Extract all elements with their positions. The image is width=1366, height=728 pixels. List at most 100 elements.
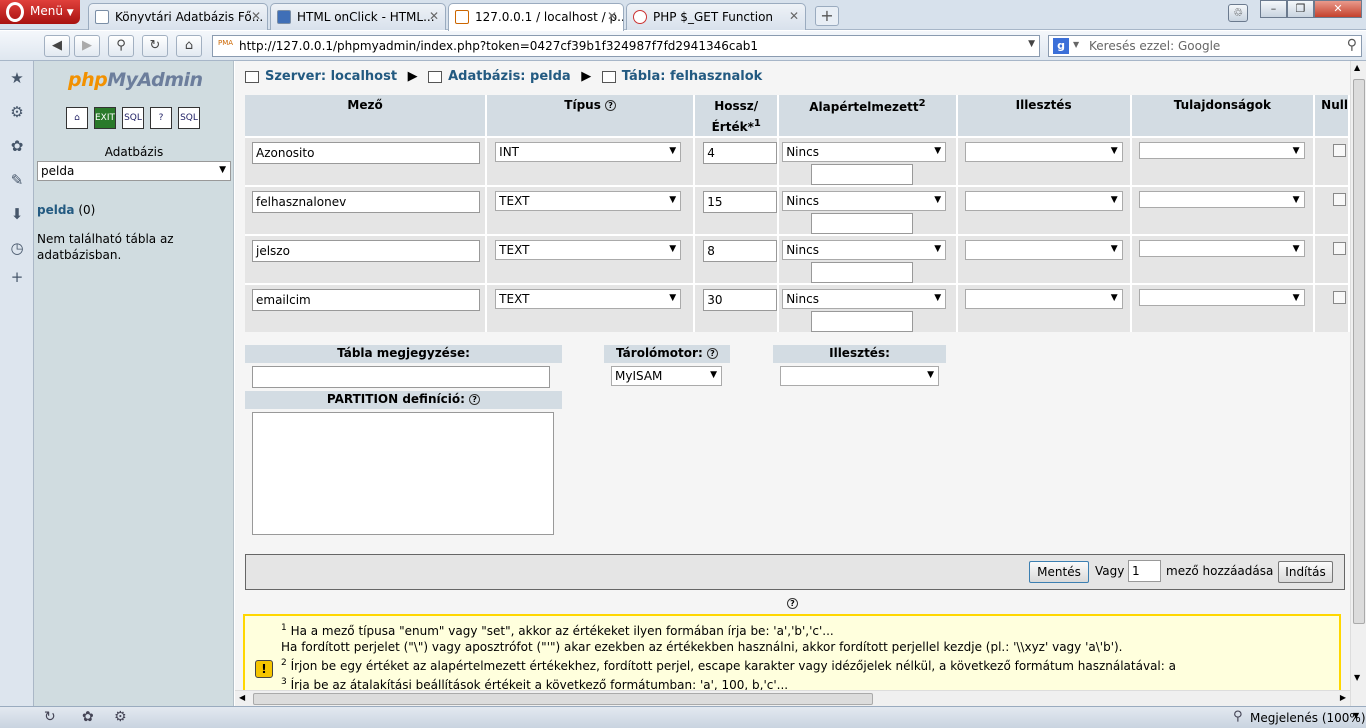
scroll-left-icon[interactable]: ◀ (239, 693, 245, 702)
scrollbar-thumb[interactable] (1353, 79, 1365, 624)
field-default-value-input[interactable] (811, 213, 914, 234)
back-button[interactable]: ◀ (44, 35, 70, 57)
key-icon[interactable]: ⚲ (108, 35, 134, 57)
help-icon[interactable]: ? (469, 394, 481, 405)
vertical-scrollbar[interactable]: ▲ ▼ (1350, 61, 1366, 706)
field-type-select[interactable]: TEXT ▼ (495, 289, 682, 309)
field-name-input[interactable]: felhasznalonev (252, 191, 480, 213)
close-tab-icon[interactable]: ✕ (607, 9, 617, 23)
field-length-input[interactable]: 4 (703, 142, 778, 164)
help-icon[interactable]: ? (150, 107, 172, 129)
history-icon[interactable]: ◷ (8, 239, 26, 257)
browser-tab[interactable]: PHP $_GET Function ✕ (626, 3, 806, 30)
table-comment-input[interactable] (252, 366, 550, 388)
scroll-up-icon[interactable]: ▲ (1354, 63, 1360, 72)
field-attributes-select[interactable]: ▼ (1138, 142, 1305, 159)
field-default-value-input[interactable] (811, 164, 914, 185)
field-default-select[interactable]: Nincs ▼ (782, 240, 947, 260)
new-tab-button[interactable]: + (815, 6, 839, 26)
forward-button[interactable]: ▶ (74, 35, 100, 57)
field-length-input[interactable]: 8 (703, 240, 778, 262)
field-null-checkbox[interactable] (1333, 144, 1347, 157)
go-button[interactable]: Indítás (1278, 561, 1333, 583)
unite-icon[interactable]: ✿ (8, 137, 26, 155)
exit-icon[interactable]: EXIT (94, 107, 116, 129)
field-type-select[interactable]: TEXT ▼ (495, 191, 682, 211)
field-null-checkbox[interactable] (1333, 193, 1347, 206)
field-name-input[interactable]: Azonosito (252, 142, 480, 164)
breadcrumb-database[interactable]: Adatbázis: pelda (448, 69, 571, 84)
breadcrumb-table[interactable]: Tábla: felhasznalok (622, 69, 763, 84)
downloads-icon[interactable]: ⬇ (8, 205, 26, 223)
search-input[interactable]: g ▼ Keresés ezzel: Google ⚲ (1048, 35, 1362, 57)
scroll-right-icon[interactable]: ▶ (1340, 693, 1346, 702)
close-tab-icon[interactable]: ✕ (251, 9, 261, 23)
field-collation-select[interactable]: ▼ (964, 142, 1123, 162)
scrollbar-thumb[interactable] (253, 693, 873, 705)
widgets-icon[interactable]: ⚙ (8, 103, 26, 121)
chevron-down-icon: ▼ (934, 244, 942, 254)
field-null-checkbox[interactable] (1333, 242, 1347, 255)
chevron-down-icon[interactable]: ▼ (1028, 39, 1035, 49)
close-window-button[interactable]: ✕ (1314, 0, 1362, 18)
trash-icon[interactable]: ♲ (1228, 4, 1248, 22)
breadcrumb-server[interactable]: Szerver: localhost (265, 69, 397, 84)
unite-status-icon[interactable]: ✿ (82, 709, 94, 725)
field-collation-select[interactable]: ▼ (964, 191, 1123, 211)
help-icon[interactable]: ? (706, 348, 718, 359)
save-button[interactable]: Mentés (1029, 561, 1089, 583)
field-collation-select[interactable]: ▼ (964, 240, 1123, 260)
scroll-down-icon[interactable]: ▼ (1354, 673, 1360, 682)
database-link[interactable]: pelda (37, 203, 75, 217)
table-collation-select[interactable]: ▼ (780, 366, 939, 386)
storage-engine-select[interactable]: MyISAM ▼ (611, 366, 722, 386)
field-default-value-input[interactable] (811, 311, 914, 332)
maximize-button[interactable]: ❐ (1287, 0, 1314, 18)
field-null-checkbox[interactable] (1333, 291, 1347, 304)
horizontal-scrollbar[interactable]: ◀ ▶ (235, 690, 1350, 706)
minimize-button[interactable]: – (1260, 0, 1287, 18)
zoom-level[interactable]: Megjelenés (100%) (1250, 711, 1366, 725)
field-name-input[interactable]: jelszo (252, 240, 480, 262)
close-tab-icon[interactable]: ✕ (789, 9, 799, 23)
notes-icon[interactable]: ✎ (8, 171, 26, 189)
google-icon[interactable]: g (1053, 38, 1069, 54)
add-fields-count-input[interactable]: 1 (1128, 560, 1161, 582)
phpmyadmin-logo[interactable]: phpMyAdmin (68, 69, 203, 91)
add-panel-icon[interactable]: + (8, 268, 26, 286)
field-attributes-select[interactable]: ▼ (1138, 240, 1305, 257)
field-collation-select[interactable]: ▼ (964, 289, 1123, 309)
sync-icon[interactable]: ↻ (44, 709, 56, 725)
reload-button[interactable]: ↻ (142, 35, 168, 57)
home-icon[interactable]: ⌂ (66, 107, 88, 129)
turbo-icon[interactable]: ⚙ (114, 709, 127, 725)
partition-definition-textarea[interactable] (252, 412, 554, 535)
database-select[interactable]: pelda ▼ (37, 161, 231, 181)
field-length-input[interactable]: 30 (703, 289, 778, 311)
sql-docs-icon[interactable]: SQL (178, 107, 200, 129)
close-tab-icon[interactable]: ✕ (429, 9, 439, 23)
field-attributes-select[interactable]: ▼ (1138, 289, 1305, 306)
address-input[interactable]: PMA http://127.0.0.1/phpmyadmin/index.ph… (212, 35, 1040, 57)
opera-menu-button[interactable]: Menü ▼ (0, 0, 80, 24)
chevron-down-icon[interactable]: ▼ (1073, 40, 1079, 49)
home-button[interactable]: ⌂ (176, 35, 202, 57)
field-type-select[interactable]: TEXT ▼ (495, 240, 682, 260)
field-attributes-select[interactable]: ▼ (1138, 191, 1305, 208)
field-default-value-input[interactable] (811, 262, 914, 283)
browser-tab-active[interactable]: 127.0.0.1 / localhost / p... ✕ (448, 3, 624, 31)
sql-query-icon[interactable]: SQL (122, 107, 144, 129)
browser-tab[interactable]: Könyvtári Adatbázis Fő... ✕ (88, 3, 268, 30)
field-default-select[interactable]: Nincs ▼ (782, 289, 947, 309)
field-default-select[interactable]: Nincs ▼ (782, 142, 947, 162)
chevron-down-icon[interactable]: ▼ (1353, 711, 1359, 720)
browser-tab[interactable]: HTML onClick - HTML... ✕ (270, 3, 446, 30)
help-icon[interactable]: ? (605, 100, 617, 111)
help-icon[interactable]: ? (787, 598, 798, 609)
field-default-select[interactable]: Nincs ▼ (782, 191, 947, 211)
bookmarks-icon[interactable]: ★ (8, 69, 26, 87)
magnifier-icon[interactable]: ⚲ (1347, 37, 1357, 53)
field-type-select[interactable]: INT ▼ (495, 142, 682, 162)
field-name-input[interactable]: emailcim (252, 289, 480, 311)
field-length-input[interactable]: 15 (703, 191, 778, 213)
